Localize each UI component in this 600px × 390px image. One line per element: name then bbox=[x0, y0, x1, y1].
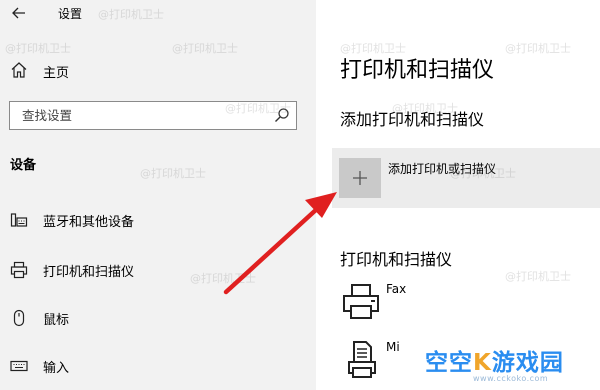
sidebar-item-printers[interactable]: 打印机和扫描仪 bbox=[0, 255, 316, 285]
add-tile bbox=[339, 158, 381, 198]
sidebar-item-bluetooth[interactable]: 蓝牙和其他设备 bbox=[0, 205, 316, 235]
device-item-fax[interactable]: Fax bbox=[332, 280, 600, 324]
search-input[interactable] bbox=[10, 102, 265, 128]
back-arrow-icon bbox=[12, 7, 25, 19]
window-title: 设置 bbox=[58, 7, 83, 21]
back-button[interactable] bbox=[8, 2, 30, 24]
printers-list-heading: 打印机和扫描仪 bbox=[340, 250, 453, 269]
sidebar-item-label: 蓝牙和其他设备 bbox=[43, 215, 135, 230]
bluetooth-devices-icon bbox=[10, 213, 28, 227]
sidebar-item-label: 输入 bbox=[43, 361, 70, 376]
add-printer-label: 添加打印机或扫描仪 bbox=[388, 162, 497, 176]
sidebar-item-label: 主页 bbox=[43, 66, 70, 81]
fax-icon bbox=[343, 284, 379, 319]
add-section-heading: 添加打印机和扫描仪 bbox=[340, 110, 485, 129]
search-icon[interactable] bbox=[274, 107, 290, 123]
home-icon bbox=[11, 62, 27, 78]
device-name: Fax bbox=[386, 282, 407, 296]
printer-icon bbox=[10, 261, 28, 279]
plus-icon bbox=[353, 171, 367, 185]
sidebar-item-home[interactable]: 主页 bbox=[0, 56, 316, 86]
title-bar: 设置 bbox=[0, 0, 316, 28]
keyboard-icon bbox=[10, 360, 28, 372]
add-printer-button[interactable]: 添加打印机或扫描仪 bbox=[332, 148, 600, 208]
logo-url: www.cckoko.com bbox=[473, 374, 549, 383]
section-heading-devices: 设备 bbox=[10, 158, 37, 173]
mouse-icon bbox=[13, 309, 25, 327]
logo-text: 空空K游戏园 bbox=[425, 350, 564, 376]
sidebar-item-typing[interactable]: 输入 bbox=[0, 351, 316, 381]
sidebar-item-label: 鼠标 bbox=[43, 313, 70, 328]
device-name: Mi bbox=[386, 340, 400, 354]
site-logo: 空空K游戏园 www.cckoko.com bbox=[425, 343, 597, 388]
sidebar-item-mouse[interactable]: 鼠标 bbox=[0, 303, 316, 333]
settings-sidebar: 设置 主页 设备 蓝牙和其他设备 打印机和扫描仪 bbox=[0, 0, 316, 390]
printer-document-icon bbox=[348, 341, 376, 378]
printers-page: 打印机和扫描仪 添加打印机和扫描仪 添加打印机或扫描仪 打印机和扫描仪 Fax … bbox=[316, 0, 600, 390]
page-title: 打印机和扫描仪 bbox=[340, 58, 495, 83]
sidebar-item-label: 打印机和扫描仪 bbox=[43, 265, 135, 280]
search-box[interactable] bbox=[9, 101, 297, 130]
